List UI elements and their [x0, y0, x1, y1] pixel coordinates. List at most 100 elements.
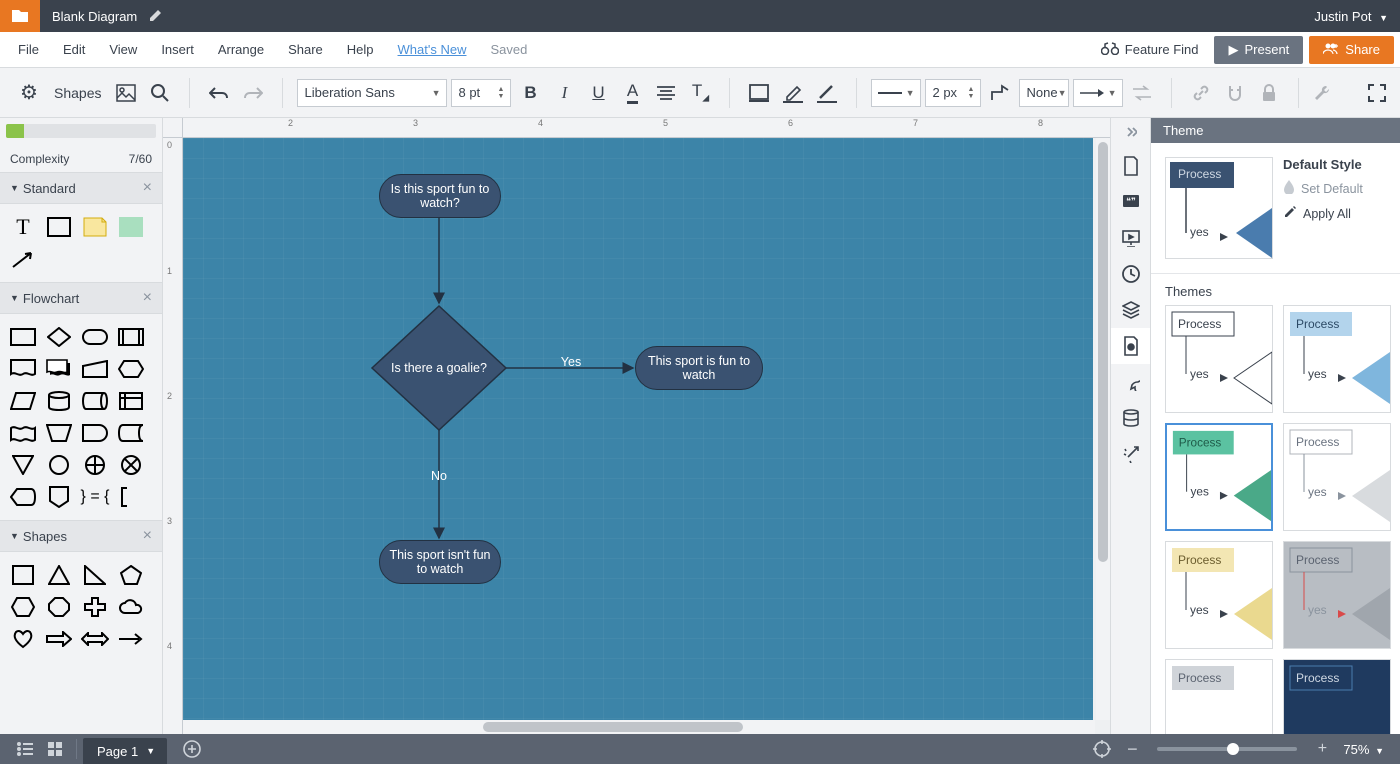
double-arrow-shape[interactable] [78, 624, 112, 654]
text-color-button[interactable]: A [617, 78, 647, 108]
octagon-shape[interactable] [42, 592, 76, 622]
manual-input-shape[interactable] [78, 354, 112, 384]
image-icon[interactable] [111, 78, 141, 108]
line-style-select[interactable]: ▼ [871, 79, 921, 107]
font-family-select[interactable]: Liberation Sans ▼ [297, 79, 447, 107]
dock-tab-comments[interactable]: ❝❞ [1111, 184, 1151, 220]
user-menu[interactable]: Justin Pot ▼ [1302, 9, 1400, 24]
document-shape[interactable] [6, 354, 40, 384]
set-default-button[interactable]: Set Default [1283, 180, 1363, 197]
merge-shape[interactable] [6, 450, 40, 480]
zoom-slider[interactable] [1157, 747, 1297, 751]
gear-icon[interactable] [14, 78, 44, 108]
dock-tab-magic[interactable] [1111, 436, 1151, 472]
heart-shape[interactable] [6, 624, 40, 654]
dock-tab-page[interactable] [1111, 148, 1151, 184]
or-shape[interactable] [78, 450, 112, 480]
theme-option[interactable]: Processyes [1283, 541, 1391, 649]
dock-tab-data[interactable] [1111, 400, 1151, 436]
note-flowchart-shape[interactable] [114, 482, 148, 512]
menu-edit[interactable]: Edit [51, 32, 97, 68]
line-color-button[interactable] [812, 78, 842, 108]
triangle-shape[interactable] [42, 560, 76, 590]
display-shape[interactable] [6, 482, 40, 512]
document-title[interactable]: Blank Diagram [40, 9, 149, 24]
start-node[interactable]: Is this sport fun to watch? [379, 174, 501, 218]
theme-option[interactable]: Processyes [1283, 305, 1391, 413]
predefined-shape[interactable] [114, 322, 148, 352]
add-page-button[interactable] [177, 740, 207, 758]
dock-collapse-button[interactable] [1111, 122, 1151, 142]
database-shape[interactable] [42, 386, 76, 416]
fun-node[interactable]: This sport is fun to watch [635, 346, 763, 390]
theme-option[interactable]: Process [1165, 659, 1273, 734]
delay-shape[interactable] [78, 418, 112, 448]
arrow-shape[interactable] [6, 244, 40, 274]
search-icon[interactable] [145, 78, 175, 108]
menu-view[interactable]: View [97, 32, 149, 68]
close-icon[interactable]: × [143, 179, 152, 197]
share-button[interactable]: Share [1309, 36, 1394, 64]
page-tab[interactable]: Page 1 ▼ [83, 738, 167, 764]
h-scrollbar[interactable] [183, 720, 1095, 734]
v-scrollbar[interactable] [1096, 138, 1110, 720]
canvas-area[interactable]: 2 3 4 5 6 7 8 0 1 2 3 4 [163, 118, 1110, 734]
present-button[interactable]: ▶ Present [1214, 36, 1303, 64]
dock-tab-history[interactable] [1111, 256, 1151, 292]
line-width-stepper[interactable]: 2 px ▲▼ [925, 79, 981, 107]
app-logo[interactable] [0, 0, 40, 32]
theme-option[interactable]: Processyes [1283, 423, 1391, 531]
magnet-icon[interactable] [1220, 78, 1250, 108]
right-arrow-shape[interactable] [42, 624, 76, 654]
pentagon-shape[interactable] [114, 560, 148, 590]
pencil-icon[interactable] [149, 8, 163, 25]
cross-shape[interactable] [78, 592, 112, 622]
dock-tab-layers[interactable] [1111, 292, 1151, 328]
terminator-shape[interactable] [78, 322, 112, 352]
menu-share[interactable]: Share [276, 32, 335, 68]
close-icon[interactable]: × [143, 527, 152, 545]
connector-shape[interactable] [42, 450, 76, 480]
border-color-button[interactable] [778, 78, 808, 108]
stored-data-shape[interactable] [114, 418, 148, 448]
zoom-level[interactable]: 75% ▼ [1337, 742, 1390, 757]
diagram-page[interactable]: Is there a goalie? Yes No Is this sport … [183, 138, 1093, 728]
direct-data-shape[interactable] [78, 386, 112, 416]
font-size-stepper[interactable]: 8 pt ▲▼ [451, 79, 511, 107]
brace-shape[interactable]: } = { [78, 482, 112, 512]
target-icon[interactable] [1087, 740, 1117, 758]
rect-shape[interactable] [42, 212, 76, 242]
text-tool-shape[interactable]: T [6, 212, 40, 242]
dock-tab-chat[interactable] [1111, 364, 1151, 400]
outline-view-icon[interactable] [10, 742, 40, 756]
process-shape[interactable] [6, 322, 40, 352]
square-shape[interactable] [6, 560, 40, 590]
decision-shape[interactable] [42, 322, 76, 352]
swap-arrows-button[interactable] [1127, 78, 1157, 108]
sum-junction-shape[interactable] [114, 450, 148, 480]
menu-arrange[interactable]: Arrange [206, 32, 276, 68]
theme-option[interactable]: Process [1283, 659, 1391, 734]
manual-op-shape[interactable] [42, 418, 76, 448]
menu-file[interactable]: File [6, 32, 51, 68]
section-standard[interactable]: ▼ Standard × [0, 172, 162, 204]
arrow-end-select[interactable]: ▼ [1073, 79, 1123, 107]
dock-tab-theme[interactable] [1111, 328, 1151, 364]
data-shape[interactable] [6, 386, 40, 416]
papertape-shape[interactable] [6, 418, 40, 448]
fullscreen-button[interactable] [1362, 78, 1392, 108]
theme-option[interactable]: Processyes [1165, 423, 1273, 531]
menu-help[interactable]: Help [335, 32, 386, 68]
internal-storage-shape[interactable] [114, 386, 148, 416]
underline-button[interactable]: U [583, 78, 613, 108]
menu-insert[interactable]: Insert [149, 32, 206, 68]
section-shapes[interactable]: ▼ Shapes × [0, 520, 162, 552]
text-tool-button[interactable]: T◢ [685, 78, 715, 108]
italic-button[interactable]: I [549, 78, 579, 108]
grid-view-icon[interactable] [40, 742, 70, 756]
block-shape[interactable] [114, 212, 148, 242]
section-flowchart[interactable]: ▼ Flowchart × [0, 282, 162, 314]
line-routing-button[interactable] [985, 78, 1015, 108]
link-button[interactable] [1186, 78, 1216, 108]
bold-button[interactable]: B [515, 78, 545, 108]
